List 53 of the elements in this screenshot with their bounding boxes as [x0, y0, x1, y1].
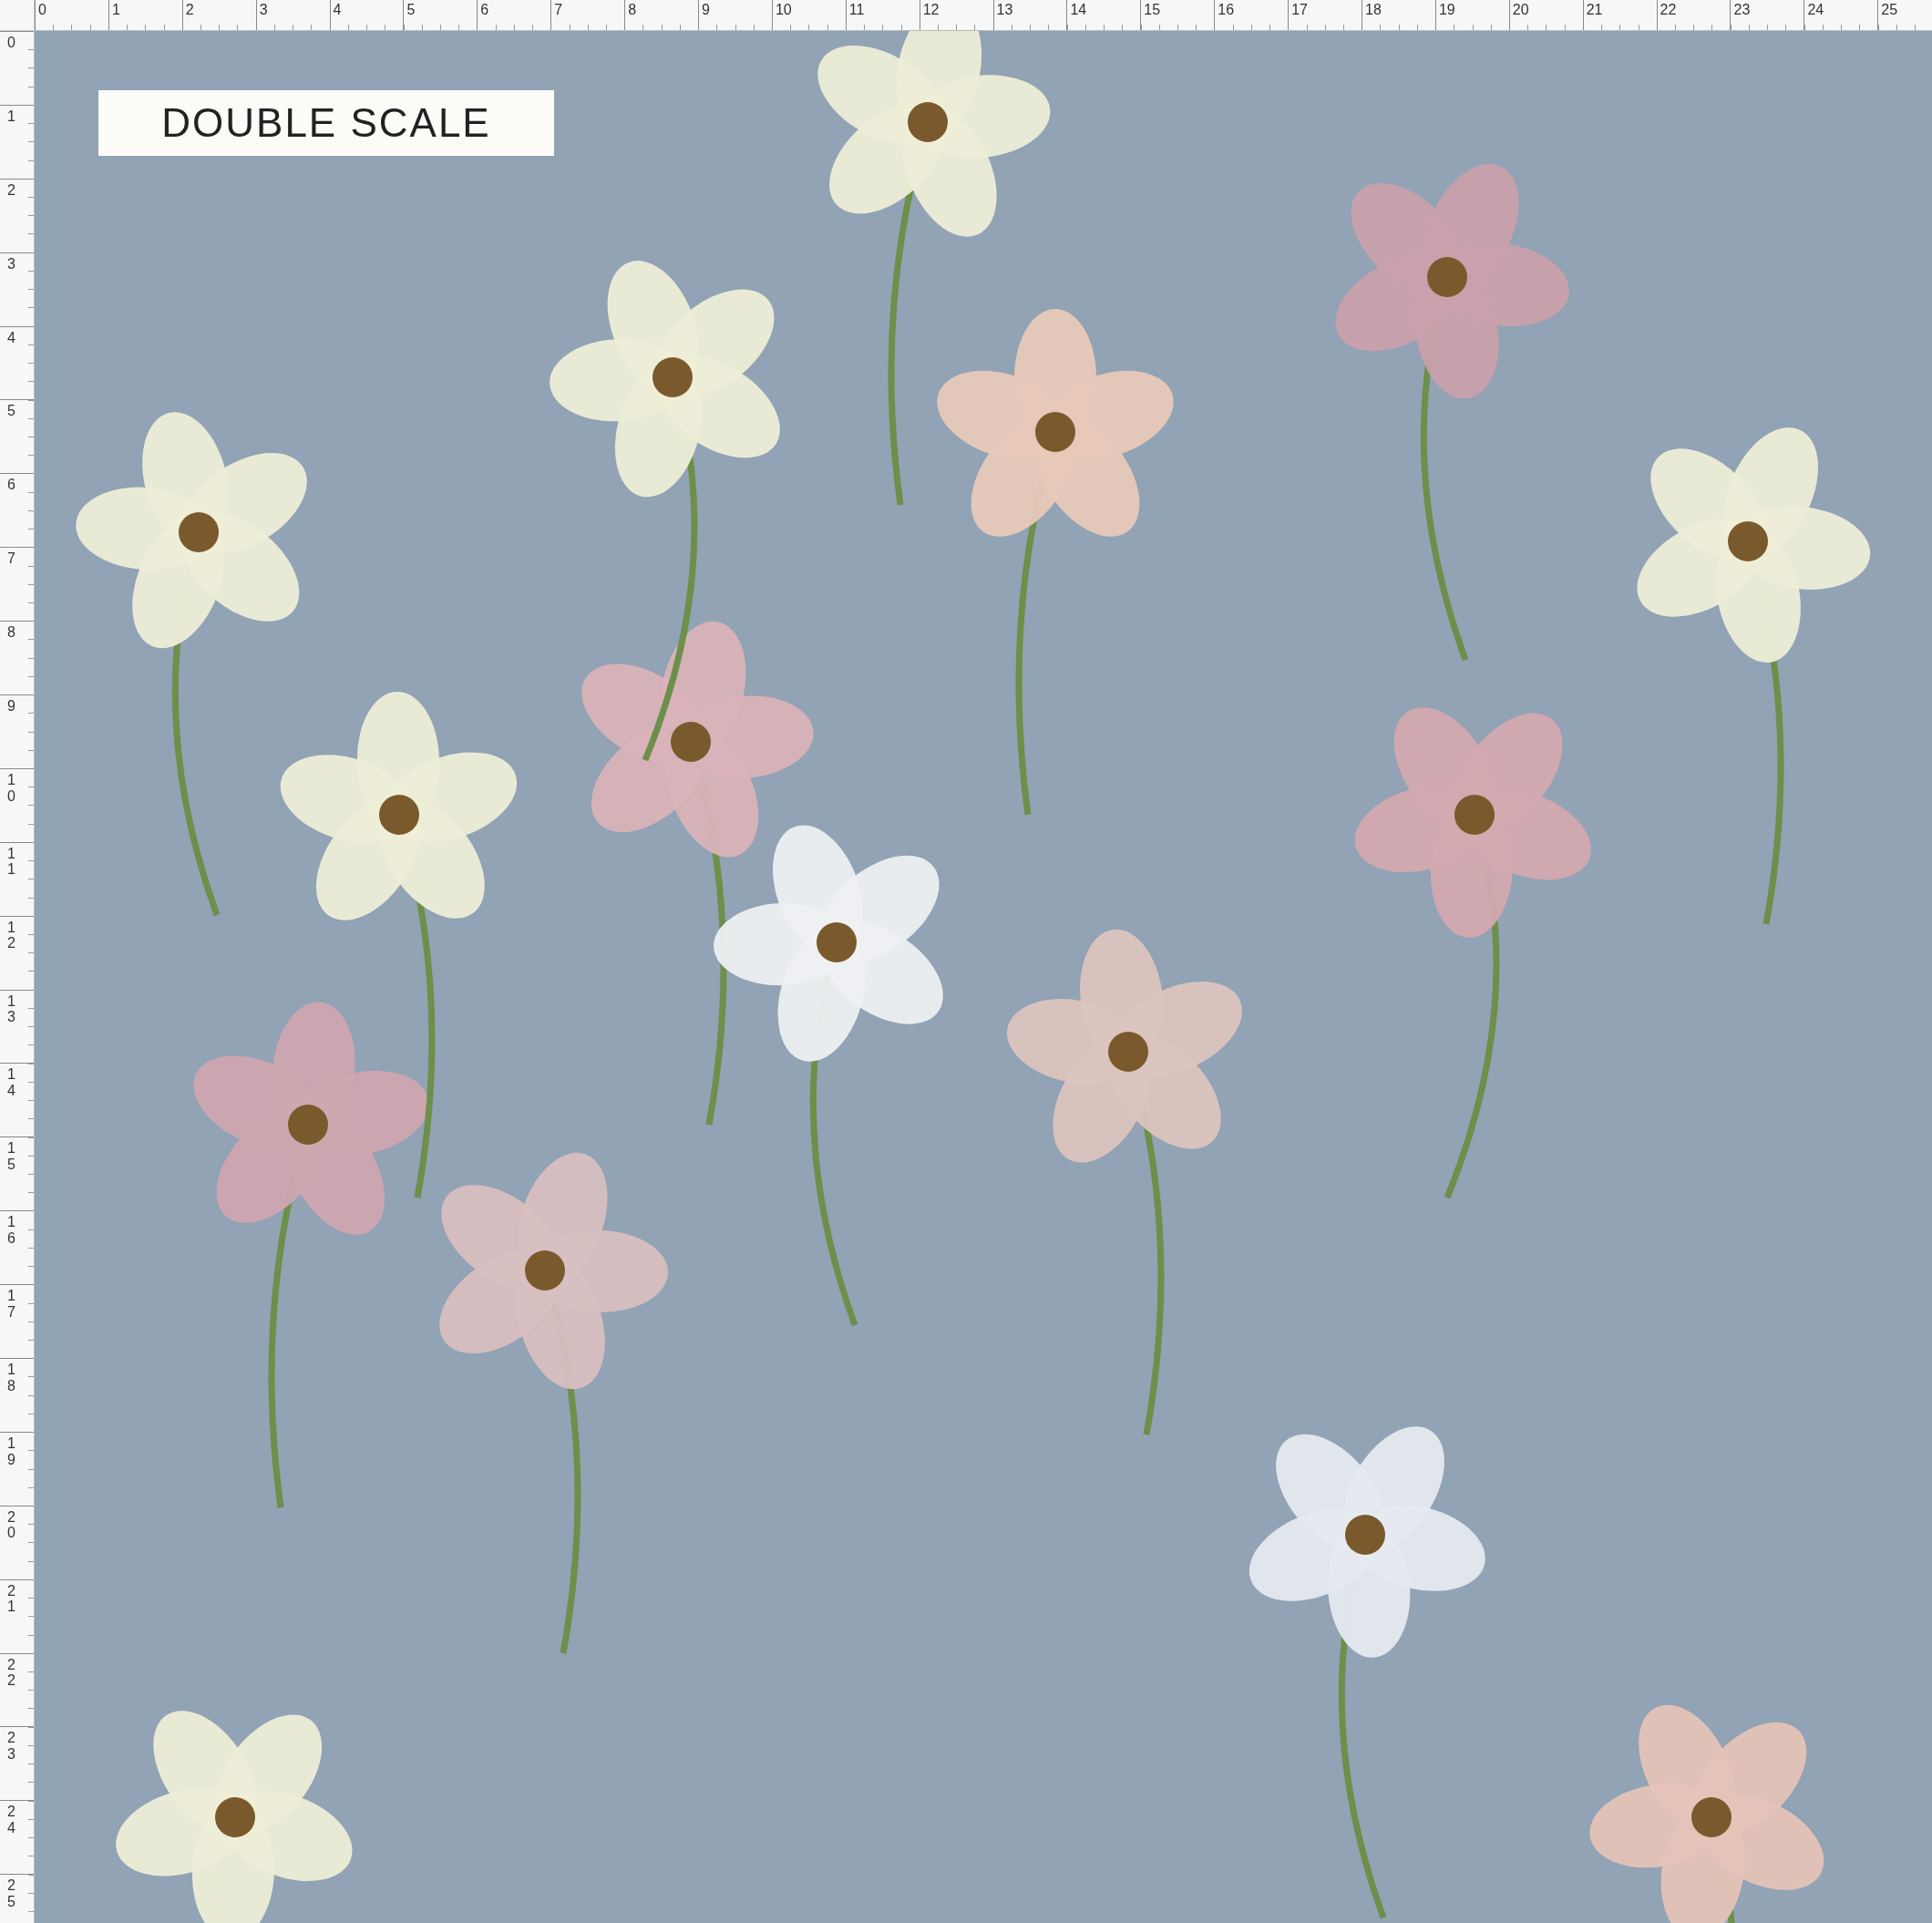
ruler-number: 16 [7, 1214, 15, 1247]
ruler-number: 25 [1881, 2, 1898, 17]
ruler-number: 1 [111, 2, 120, 17]
ruler-number: 5 [406, 2, 416, 17]
ruler-number: 0 [7, 35, 15, 51]
ruler-number: 9 [7, 698, 15, 715]
ruler-number: 23 [1733, 2, 1751, 17]
ruler-number: 5 [7, 403, 15, 420]
ruler-number: 13 [7, 992, 15, 1025]
ruler-number: 6 [480, 2, 489, 17]
ruler-number: 7 [7, 550, 15, 567]
ruler-number: 20 [7, 1508, 15, 1541]
ruler-number: 21 [7, 1582, 15, 1615]
ruler-number: 23 [7, 1730, 15, 1763]
ruler-number: 18 [7, 1362, 15, 1394]
ruler-number: 12 [922, 2, 940, 17]
ruler-number: 18 [1365, 2, 1382, 17]
ruler-number: 9 [702, 2, 710, 17]
ruler-number: 2 [185, 2, 194, 17]
ruler-number: 22 [7, 1656, 15, 1689]
ruler-number: 3 [7, 255, 15, 273]
ruler-number: 2 [7, 181, 15, 199]
ruler-number: 16 [1218, 2, 1235, 17]
ruler-number: 22 [1660, 2, 1677, 17]
ruler-number: 15 [7, 1140, 15, 1173]
ruler-number: 19 [7, 1435, 15, 1468]
ruler-number: 24 [1807, 2, 1824, 17]
ruler-number: 8 [7, 624, 15, 641]
ruler-number: 14 [1070, 2, 1087, 17]
ruler-number: 14 [7, 1066, 15, 1099]
ruler-number: 1 [7, 108, 15, 125]
ruler-number: 13 [996, 2, 1013, 17]
ruler-number: 3 [259, 2, 268, 17]
ruler-number: 8 [628, 2, 637, 17]
ruler-number: 21 [1586, 2, 1603, 17]
ruler-number: 12 [7, 919, 15, 951]
ruler-number: 10 [775, 2, 792, 17]
ruler-number: 11 [848, 2, 865, 17]
ruler-number: 17 [1291, 2, 1308, 17]
ruler-number: 10 [7, 771, 15, 805]
ruler-number: 4 [7, 329, 15, 346]
scale-label: DOUBLE SCALE [98, 90, 554, 156]
ruler-number: 11 [7, 845, 15, 878]
ruler-number: 25 [7, 1877, 15, 1910]
ruler-number: 20 [1512, 2, 1529, 17]
ruler-number: 19 [1438, 2, 1455, 17]
ruler-number: 24 [7, 1804, 15, 1836]
ruler-number: 7 [554, 2, 563, 17]
ruler-number: 0 [38, 2, 46, 17]
ruler-number: 15 [1144, 2, 1161, 17]
ruler-number: 6 [7, 477, 15, 493]
ruler-number: 4 [333, 2, 342, 17]
ruler-number: 17 [7, 1288, 15, 1321]
